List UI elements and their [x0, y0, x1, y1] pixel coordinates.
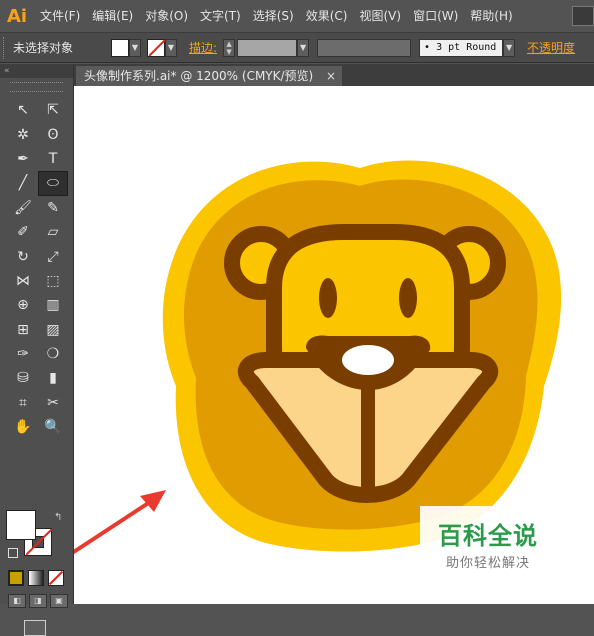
stroke-dropdown[interactable]: ▼ [165, 38, 177, 57]
document-tab-title: 头像制作系列.ai* @ 1200% (CMYK/预览) [84, 69, 314, 83]
line-segment-icon[interactable]: ╱ [8, 171, 38, 195]
app-logo: Ai [6, 5, 28, 27]
blend-icon[interactable]: ❍ [38, 342, 68, 366]
brush-dropdown[interactable]: ▼ [503, 38, 516, 57]
free-transform-icon[interactable]: ⬚ [38, 269, 68, 293]
menu-effect[interactable]: 效果(C) [300, 0, 354, 32]
left-eye [319, 278, 337, 318]
blob-brush-icon[interactable]: ✐ [8, 220, 38, 244]
variable-width-profile[interactable] [317, 38, 412, 57]
gradient-icon[interactable]: ▨ [38, 318, 68, 342]
fill-dropdown[interactable]: ▼ [129, 38, 141, 57]
bridge-button[interactable] [572, 6, 594, 26]
hand-icon[interactable]: ✋ [8, 415, 38, 439]
menu-edit[interactable]: 编辑(E) [86, 0, 139, 32]
stroke-weight-stepper[interactable]: ▲ ▼ [223, 38, 236, 57]
scale-icon[interactable]: ⤢ [38, 244, 68, 268]
arrow-head-icon [140, 490, 166, 512]
tools-grid: ↖ ⇱ ✲ ʘ ✒ T ╱ ⬭ 🖌 ✎ ✐ ▱ ↻ ⤢ ⋈ ⬚ ⊕ ▥ ⊞ ▨ ✑ ❍ ⛁ ▮ ⌗ ✂ ✋ 🔍 [8, 98, 73, 439]
menu-bar: Ai 文件(F) 编辑(E) 对象(O) 文字(T) 选择(S) 效果(C) 视… [0, 0, 594, 32]
magic-wand-icon[interactable]: ✲ [8, 122, 38, 146]
eyedropper-icon[interactable]: ✑ [8, 342, 38, 366]
stroke-label[interactable]: 描边: [189, 39, 217, 56]
draw-behind-icon[interactable]: ◨ [29, 594, 47, 608]
selection-icon[interactable]: ↖ [8, 98, 38, 122]
panel-grip[interactable] [3, 36, 11, 59]
mesh-icon[interactable]: ⊞ [8, 318, 38, 342]
watermark-subtitle: 助你轻松解决 [446, 556, 531, 571]
control-bar: 未选择对象 ▼ ▼ 描边: ▲ ▼ ▼ • 3 pt Round ▼ 不透明度 [0, 32, 594, 63]
lion-nose [342, 345, 394, 375]
artboard-canvas[interactable]: 百科全说 助你轻松解决 [74, 86, 594, 604]
annotation-arrow [74, 490, 166, 555]
right-eye [399, 278, 417, 318]
pencil-icon[interactable]: ✎ [38, 196, 68, 220]
collapse-panel-icon[interactable]: « [0, 64, 73, 78]
menu-object[interactable]: 对象(O) [139, 0, 194, 32]
lasso-icon[interactable]: ʘ [38, 122, 68, 146]
selection-status: 未选择对象 [13, 41, 74, 55]
symbol-sprayer-icon[interactable]: ⛁ [8, 366, 38, 390]
eraser-icon[interactable]: ▱ [38, 220, 68, 244]
draw-inside-icon[interactable]: ▣ [50, 594, 68, 608]
color-modes [8, 570, 64, 586]
ellipse-icon[interactable]: ⬭ [38, 171, 68, 196]
column-graph-icon[interactable]: ▮ [38, 366, 68, 390]
stroke-weight-dropdown[interactable]: ▼ [297, 38, 310, 57]
menu-help[interactable]: 帮助(H) [464, 0, 518, 32]
watermark-title: 百科全说 [438, 522, 538, 550]
menu-file[interactable]: 文件(F) [34, 0, 86, 32]
fill-swatch[interactable] [111, 38, 129, 57]
graph-icon[interactable]: ▥ [38, 293, 68, 317]
slice-icon[interactable]: ✂ [38, 391, 68, 415]
brush-definition-field[interactable]: • 3 pt Round [419, 38, 504, 57]
drawing-modes: ◧ ◨ ▣ [8, 594, 68, 608]
document-tab[interactable]: 头像制作系列.ai* @ 1200% (CMYK/预览) × [76, 66, 342, 86]
shape-builder-icon[interactable]: ⊕ [8, 293, 38, 317]
pen-icon[interactable]: ✒ [8, 147, 38, 171]
direct-selection-icon[interactable]: ⇱ [38, 98, 68, 122]
stroke-swatch[interactable] [147, 38, 165, 57]
none-mode-button[interactable] [48, 570, 64, 586]
paintbrush-icon[interactable]: 🖌 [8, 196, 38, 220]
type-icon[interactable]: T [38, 147, 68, 171]
artboard-icon[interactable]: ⌗ [8, 391, 38, 415]
zoom-icon[interactable]: 🔍 [38, 415, 68, 439]
document-tab-bar: 头像制作系列.ai* @ 1200% (CMYK/预览) × [74, 64, 594, 86]
arrow-shaft [74, 496, 158, 555]
close-icon[interactable]: × [326, 66, 336, 86]
swap-fill-stroke-icon[interactable]: ↰ [54, 512, 62, 523]
stroke-weight-field[interactable] [237, 38, 298, 57]
rotate-icon[interactable]: ↻ [8, 244, 38, 268]
tools-panel: « ↖ ⇱ ✲ ʘ ✒ T ╱ ⬭ 🖌 ✎ ✐ ▱ ↻ ⤢ ⋈ ⬚ ⊕ ▥ ⊞ ▨ ✑ ❍ ⛁ ▮ ⌗ ✂ ✋ 🔍 ↰ ◧ ◨ ▣ [0, 64, 74, 636]
screen-mode-icon[interactable] [24, 620, 46, 636]
gradient-mode-button[interactable] [28, 570, 44, 586]
color-mode-button[interactable] [8, 570, 24, 586]
menu-view[interactable]: 视图(V) [353, 0, 407, 32]
menu-window[interactable]: 窗口(W) [407, 0, 464, 32]
opacity-label[interactable]: 不透明度 [527, 39, 575, 56]
fill-color-box[interactable] [6, 510, 36, 540]
fill-stroke-control: ↰ [6, 510, 62, 562]
draw-normal-icon[interactable]: ◧ [8, 594, 26, 608]
watermark: 百科全说 助你轻松解决 [420, 506, 576, 576]
menu-select[interactable]: 选择(S) [247, 0, 300, 32]
default-fill-stroke-icon[interactable] [8, 548, 18, 558]
width-icon[interactable]: ⋈ [8, 269, 38, 293]
menu-type[interactable]: 文字(T) [194, 0, 247, 32]
tools-panel-grip[interactable] [10, 82, 63, 92]
